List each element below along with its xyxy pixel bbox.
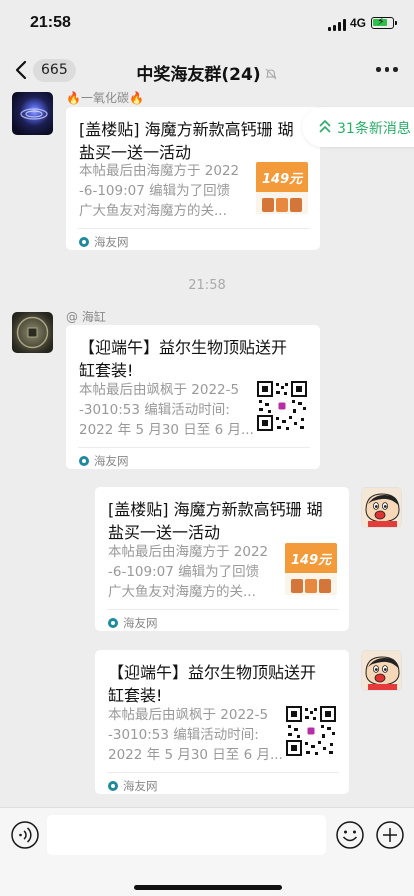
chat-title: 中奖海友群(24): [136, 65, 261, 85]
card-title: 【迎端午】益尔生物顶贴送开 缸套装!: [79, 338, 288, 380]
card-description: 本帖最后由飒枫于 2022-5 -3010:53 编辑活动时间: 2022 年 5 …: [108, 707, 283, 763]
nav-bar: 665 中奖海友群(24): [0, 48, 414, 92]
card-source: 海友网: [108, 778, 158, 794]
link-card[interactable]: [盖楼贴] 海魔方新款高钙珊 瑚盐买一送一活动 本帖最后由海魔方于 2022 -6…: [95, 487, 349, 631]
more-options-icon[interactable]: [376, 66, 398, 74]
card-source: 海友网: [108, 615, 158, 631]
link-card[interactable]: [盖楼贴] 海魔方新款高钙珊 瑚盐买一送一活动 本帖最后由海魔方于 2022 -6…: [66, 107, 320, 250]
status-time: 21:58: [30, 14, 71, 31]
card-source: 海友网: [79, 453, 129, 469]
timestamp-divider: 21:58: [188, 278, 226, 293]
card-description: 本帖最后由海魔方于 2022 -6-109:07 编辑为了回馈 广大鱼友对海魔方的关…: [79, 163, 240, 219]
home-indicator: [134, 885, 282, 890]
add-more-icon[interactable]: [375, 820, 405, 850]
source-logo-icon: [79, 237, 89, 247]
signal-icon: [328, 19, 346, 31]
voice-input-icon[interactable]: [10, 820, 40, 850]
card-thumbnail: 149元: [285, 543, 337, 595]
card-source: 海友网: [79, 234, 129, 250]
source-logo-icon: [79, 456, 89, 466]
source-logo-icon: [108, 781, 118, 791]
sender-name: @ 海缸: [66, 310, 106, 324]
nav-title-container: 中奖海友群(24): [0, 60, 414, 85]
battery-icon: ⚡: [371, 15, 397, 29]
card-title: [盖楼贴] 海魔方新款高钙珊 瑚盐买一送一活动: [79, 120, 294, 162]
sender-name: 🔥一氧化碳🔥: [66, 91, 144, 105]
avatar[interactable]: [12, 312, 53, 353]
card-divider: [107, 772, 339, 773]
network-type: 4G: [350, 16, 367, 30]
new-messages-label: 31条新消息: [337, 121, 411, 137]
card-divider: [107, 609, 339, 610]
source-logo-icon: [108, 618, 118, 628]
card-title: [盖楼贴] 海魔方新款高钙珊 瑚盐买一送一活动: [108, 500, 323, 542]
price-text: 149元: [291, 553, 332, 568]
card-description: 本帖最后由海魔方于 2022 -6-109:07 编辑为了回馈 广大鱼友对海魔方的关…: [108, 544, 269, 600]
double-chevron-up-icon: [319, 119, 331, 133]
mute-bell-icon: [265, 68, 276, 80]
emoji-icon[interactable]: [335, 820, 365, 850]
message-input[interactable]: [47, 815, 326, 855]
link-card[interactable]: 【迎端午】益尔生物顶贴送开 缸套装! 本帖最后由飒枫于 2022-5 -3010:5…: [66, 325, 320, 469]
card-divider: [78, 447, 310, 448]
self-avatar[interactable]: [361, 650, 402, 691]
status-bar: 21:58 4G ⚡: [0, 0, 414, 48]
input-bar: [0, 807, 414, 896]
qr-code-thumbnail: [256, 380, 308, 432]
avatar[interactable]: [12, 92, 53, 135]
link-card[interactable]: 【迎端午】益尔生物顶贴送开 缸套装! 本帖最后由飒枫于 2022-5 -3010:5…: [95, 650, 349, 794]
qr-code-thumbnail: [285, 705, 337, 757]
card-title: 【迎端午】益尔生物顶贴送开 缸套装!: [108, 663, 317, 705]
self-avatar[interactable]: [361, 487, 402, 528]
card-description: 本帖最后由飒枫于 2022-5 -3010:53 编辑活动时间: 2022 年 5 …: [79, 382, 254, 438]
new-messages-pill[interactable]: 31条新消息: [302, 107, 414, 147]
card-divider: [78, 228, 310, 229]
card-thumbnail: 149元: [256, 162, 308, 214]
price-text: 149元: [262, 172, 303, 187]
